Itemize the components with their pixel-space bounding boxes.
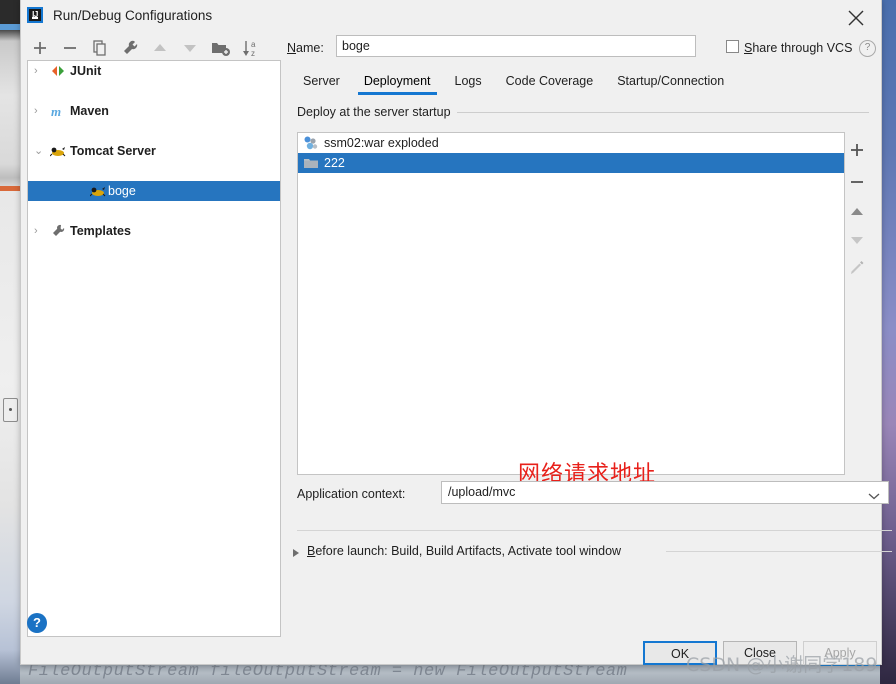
chevron-down-icon[interactable] bbox=[868, 489, 880, 503]
chevron-down-icon[interactable]: ⌄ bbox=[34, 141, 46, 161]
dialog-title-bar: IJ Run/Debug Configurations bbox=[21, 0, 881, 34]
background-code-strip: FileOutputStream fileOutputStream = new … bbox=[20, 664, 880, 684]
svg-text:a: a bbox=[251, 40, 256, 49]
tree-item-label: Maven bbox=[70, 104, 109, 118]
tree-item-label: Tomcat Server bbox=[70, 144, 156, 158]
tomcat-icon bbox=[49, 143, 66, 159]
name-label-rest: ame: bbox=[296, 41, 324, 55]
before-launch-line bbox=[666, 551, 892, 552]
junit-icon bbox=[50, 63, 66, 79]
chevron-right-icon[interactable]: › bbox=[34, 61, 46, 81]
apply-button: Apply bbox=[803, 641, 877, 665]
question-mark-icon[interactable]: ? bbox=[859, 40, 876, 57]
add-configuration-button[interactable] bbox=[29, 37, 51, 59]
background-accent-orange bbox=[0, 186, 20, 191]
artifact-icon bbox=[303, 135, 319, 151]
svg-text:z: z bbox=[251, 49, 255, 58]
configurations-tree[interactable]: › JUnit › m Maven ⌄ Tomcat Server boge ›… bbox=[27, 60, 281, 637]
move-down-button[interactable] bbox=[179, 37, 201, 59]
tab-startup-connection[interactable]: Startup/Connection bbox=[605, 70, 736, 95]
triangle-up-icon[interactable] bbox=[845, 200, 869, 226]
triangle-down-icon[interactable] bbox=[845, 228, 869, 254]
tomcat-icon bbox=[89, 183, 106, 199]
tab-deployment[interactable]: Deployment bbox=[352, 70, 443, 95]
new-folder-icon[interactable] bbox=[209, 37, 231, 59]
move-up-button[interactable] bbox=[149, 37, 171, 59]
folder-icon bbox=[303, 155, 319, 171]
list-item[interactable]: ssm02:war exploded bbox=[298, 133, 844, 153]
tab-code-coverage[interactable]: Code Coverage bbox=[494, 70, 606, 95]
chevron-right-icon[interactable]: › bbox=[34, 221, 46, 241]
tree-item-label: Templates bbox=[70, 224, 131, 238]
close-button[interactable]: Close bbox=[723, 641, 797, 665]
remove-configuration-button[interactable] bbox=[59, 37, 81, 59]
before-launch-divider bbox=[297, 530, 892, 531]
help-icon[interactable]: ? bbox=[27, 613, 47, 633]
tree-item-junit[interactable]: › JUnit bbox=[28, 61, 280, 81]
share-label-rest: hare through VCS bbox=[752, 41, 853, 55]
dialog-title: Run/Debug Configurations bbox=[53, 8, 213, 23]
sort-alpha-icon[interactable]: a z bbox=[239, 37, 261, 59]
tab-logs[interactable]: Logs bbox=[443, 70, 494, 95]
pencil-icon[interactable] bbox=[845, 256, 869, 282]
list-item[interactable]: 222 bbox=[298, 153, 844, 173]
wrench-icon[interactable] bbox=[119, 37, 141, 59]
tree-item-boge[interactable]: boge bbox=[28, 181, 280, 201]
copy-configuration-button[interactable] bbox=[89, 37, 111, 59]
tree-item-tomcat-server[interactable]: ⌄ Tomcat Server bbox=[28, 141, 280, 161]
desktop-wallpaper bbox=[880, 0, 896, 684]
tree-item-label: boge bbox=[108, 184, 136, 198]
background-ide-left-edge bbox=[0, 0, 20, 684]
deployment-list[interactable]: ssm02:war exploded 222 bbox=[297, 132, 845, 475]
run-debug-configurations-dialog: IJ Run/Debug Configurations a z › JUnit … bbox=[20, 0, 892, 665]
background-scroll-handle bbox=[3, 398, 18, 422]
list-item-label: ssm02:war exploded bbox=[324, 136, 439, 150]
configurations-toolbar: a z bbox=[21, 34, 279, 62]
maven-icon: m bbox=[50, 103, 66, 119]
deployment-list-toolbar bbox=[845, 132, 869, 475]
application-context-value: /upload/mvc bbox=[448, 485, 516, 499]
triangle-right-icon[interactable] bbox=[291, 547, 301, 561]
tree-item-label: JUnit bbox=[70, 64, 102, 78]
background-code-text: FileOutputStream fileOutputStream = new … bbox=[28, 664, 628, 681]
add-deployment-button[interactable] bbox=[845, 138, 869, 164]
close-icon[interactable] bbox=[839, 4, 873, 30]
svg-text:m: m bbox=[51, 104, 61, 119]
wrench-icon bbox=[50, 223, 66, 239]
ok-button[interactable]: OK bbox=[643, 641, 717, 665]
name-label-mnemonic: N bbox=[287, 41, 297, 55]
configuration-tabs: Server Deployment Logs Code Coverage Sta… bbox=[291, 70, 736, 98]
chevron-right-icon[interactable]: › bbox=[34, 101, 46, 121]
tree-item-templates[interactable]: › Templates bbox=[28, 221, 280, 241]
share-through-vcs-checkbox[interactable] bbox=[726, 40, 739, 53]
before-launch-text: efore launch: Build, Build Artifacts, Ac… bbox=[315, 544, 622, 558]
remove-deployment-button[interactable] bbox=[845, 170, 869, 196]
application-context-label: Application context: bbox=[297, 487, 406, 501]
list-item-label: 222 bbox=[324, 156, 345, 170]
background-accent-blue bbox=[0, 24, 20, 30]
application-context-combobox[interactable]: /upload/mvc bbox=[441, 481, 889, 504]
tab-server[interactable]: Server bbox=[291, 70, 352, 95]
share-through-vcs-label[interactable]: Share through VCS bbox=[744, 41, 852, 55]
before-launch-label: Before launch: Build, Build Artifacts, A… bbox=[307, 544, 621, 558]
name-input[interactable] bbox=[336, 35, 696, 57]
deploy-group-header: Deploy at the server startup bbox=[297, 105, 869, 119]
deploy-group-title: Deploy at the server startup bbox=[297, 105, 457, 119]
intellij-idea-icon: IJ bbox=[27, 7, 43, 23]
name-label: Name: bbox=[287, 41, 324, 55]
tree-item-maven[interactable]: › m Maven bbox=[28, 101, 280, 121]
